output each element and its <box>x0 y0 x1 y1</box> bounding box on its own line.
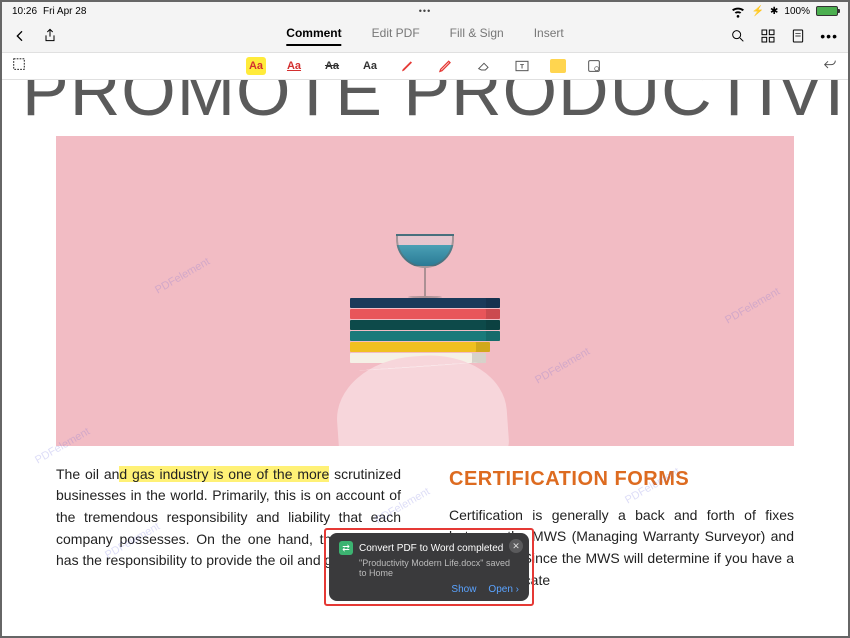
annotation-toolbar: Aa Aa Aa Aa T <box>2 52 848 80</box>
highlight-tool[interactable]: Aa <box>246 57 266 75</box>
undo-button[interactable] <box>822 56 838 77</box>
more-button[interactable]: ••• <box>820 28 838 44</box>
marker-tool[interactable] <box>436 57 456 75</box>
close-icon[interactable]: ✕ <box>509 539 523 553</box>
page-view-button[interactable] <box>790 28 806 44</box>
search-button[interactable] <box>730 28 746 44</box>
mode-tabs: Comment Edit PDF Fill & Sign Insert <box>286 26 563 46</box>
notification-subtitle: "Productivity Modern Life.docx" saved to… <box>359 558 519 578</box>
tab-comment[interactable]: Comment <box>286 26 341 46</box>
battery-pct: 100% <box>784 6 810 17</box>
notification-highlight: ✕ ⇄ Convert PDF to Word completed "Produ… <box>324 528 534 606</box>
selection-tool[interactable] <box>12 57 26 76</box>
conversion-notification[interactable]: ✕ ⇄ Convert PDF to Word completed "Produ… <box>329 533 529 601</box>
convert-success-icon: ⇄ <box>339 541 353 555</box>
highlight-annotation[interactable]: one of the more <box>228 466 329 482</box>
section-heading: CERTIFICATION FORMS <box>449 464 794 495</box>
svg-text:T: T <box>520 64 524 71</box>
highlight-annotation[interactable]: d gas industry is <box>119 466 228 482</box>
notification-title: Convert PDF to Word completed <box>359 543 503 554</box>
note-tool[interactable] <box>550 59 566 73</box>
bt-icon: ✱ <box>770 6 778 17</box>
wifi-icon <box>730 3 746 19</box>
battery-icon <box>816 6 838 16</box>
back-button[interactable] <box>12 28 28 44</box>
top-bar: Comment Edit PDF Fill & Sign Insert ••• <box>2 20 848 52</box>
tab-fill-sign[interactable]: Fill & Sign <box>450 26 504 46</box>
open-button[interactable]: Open › <box>488 584 519 595</box>
status-time: 10:26 <box>12 6 37 17</box>
status-date: Fri Apr 28 <box>43 6 86 17</box>
tab-insert[interactable]: Insert <box>534 26 564 46</box>
books-illustration <box>350 298 500 364</box>
sock-illustration <box>333 350 510 446</box>
page-title: PROMOTE PRODUCTIVITY <box>22 80 828 122</box>
tab-edit-pdf[interactable]: Edit PDF <box>372 26 420 46</box>
underline-tool[interactable]: Aa <box>284 57 304 75</box>
share-button[interactable] <box>42 28 58 44</box>
eraser-tool[interactable] <box>474 57 494 75</box>
glass-illustration <box>396 234 454 298</box>
textbox-tool[interactable]: T <box>512 57 532 75</box>
bluetooth-icon: ⚡ <box>752 6 764 17</box>
show-button[interactable]: Show <box>451 584 476 595</box>
multitask-dots[interactable]: ••• <box>419 6 431 16</box>
hero-image <box>56 136 794 446</box>
strikethrough-tool[interactable]: Aa <box>322 57 342 75</box>
thumbnails-button[interactable] <box>760 28 776 44</box>
status-bar: 10:26 Fri Apr 28 ••• ⚡ ✱ 100% <box>2 2 848 20</box>
pen-tool[interactable] <box>398 57 418 75</box>
stamp-tool[interactable] <box>584 57 604 75</box>
squiggle-tool[interactable]: Aa <box>360 57 380 75</box>
